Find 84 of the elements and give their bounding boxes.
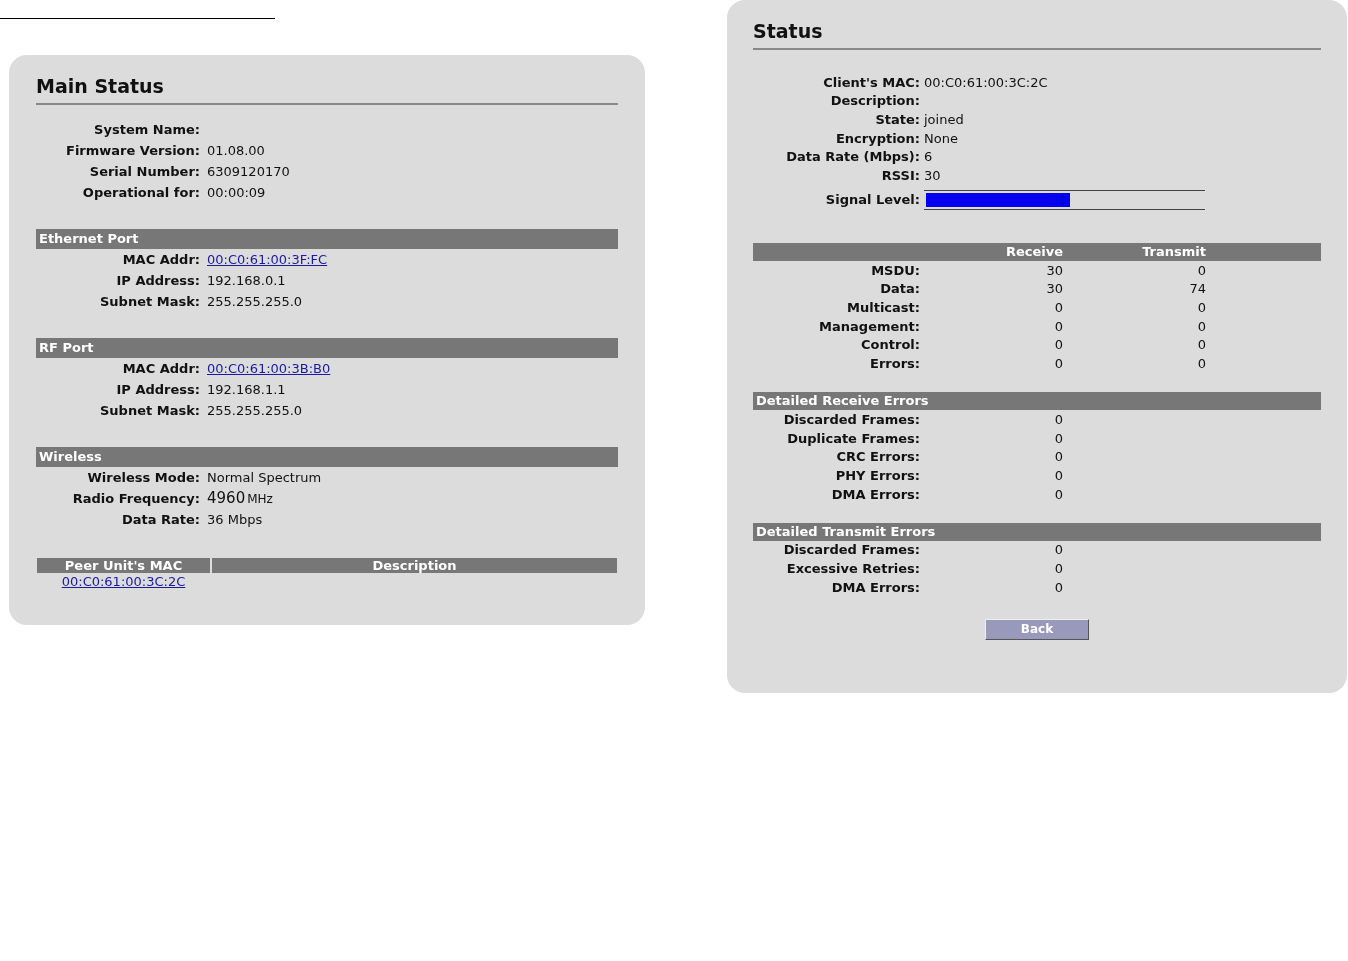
section-header: Ethernet Port <box>36 229 618 249</box>
mac-link[interactable]: 00:C0:61:00:3B:B0 <box>207 358 331 379</box>
table-cell-text: 0 <box>1053 410 1064 429</box>
field-label: IP Address: <box>115 380 201 399</box>
table-cell-text: 0 <box>1053 466 1064 485</box>
panel-title: Status <box>753 19 824 44</box>
field-value: 6 <box>924 148 933 167</box>
field-label: System Name: <box>93 120 201 139</box>
mac-link[interactable]: 00:C0:61:00:3C:2C <box>61 572 186 592</box>
field-label: MSDU: <box>870 261 921 280</box>
unit-label: MHz <box>247 491 273 509</box>
field-label: Discarded Frames: <box>782 410 921 429</box>
field-label: RSSI: <box>880 167 921 186</box>
field-label: State: <box>874 110 921 129</box>
field-value: 255.255.255.0 <box>207 292 303 311</box>
field-label: Firmware Version: <box>65 141 201 160</box>
field-label: Multicast: <box>846 299 921 318</box>
table-cell-text: 0 <box>1053 299 1064 318</box>
field-value: 255.255.255.0 <box>207 401 303 420</box>
field-label: DMA Errors: <box>830 578 921 597</box>
column-header: Transmit <box>1141 243 1207 262</box>
column-header: Receive <box>1004 243 1064 262</box>
field-label: Subnet Mask: <box>98 292 201 311</box>
table-cell-text: 0 <box>1053 485 1064 504</box>
field-value: joined <box>924 110 964 129</box>
field-label: DMA Errors: <box>830 485 921 504</box>
table-cell-text: 0 <box>1196 261 1207 280</box>
field-label: Errors: <box>869 355 921 374</box>
field-label: Subnet Mask: <box>98 401 201 420</box>
field-label: Management: <box>818 317 921 336</box>
field-value: 192.168.0.1 <box>207 271 286 290</box>
table-cell-text: 0 <box>1196 317 1207 336</box>
table-cell-text: 0 <box>1053 355 1064 374</box>
table-cell-text: 30 <box>1045 261 1064 280</box>
field-label: IP Address: <box>115 271 201 290</box>
field-value: 00:C0:61:00:3C:2C <box>924 73 1048 92</box>
table-cell-text: 0 <box>1196 336 1207 355</box>
table-cell-text: 0 <box>1053 429 1064 448</box>
field-label: MAC Addr: <box>121 359 201 378</box>
table-cell-text: 30 <box>1045 280 1064 299</box>
field-label: Data Rate (Mbps): <box>785 148 921 167</box>
field-label: CRC Errors: <box>835 448 921 467</box>
table-cell-text: 0 <box>1053 541 1064 560</box>
field-value: Normal Spectrum <box>207 468 322 487</box>
field-label: MAC Addr: <box>121 250 201 269</box>
table-cell-text: 0 <box>1196 355 1207 374</box>
table-cell-text: 0 <box>1053 448 1064 467</box>
field-value: 01.08.00 <box>207 141 265 160</box>
table-cell-text: 74 <box>1188 280 1207 299</box>
field-value: 30 <box>924 167 941 186</box>
field-label: Excessive Retries: <box>785 559 921 578</box>
field-label: Control: <box>860 336 921 355</box>
field-value: 00:00:09 <box>207 183 266 202</box>
table-cell-text: 0 <box>1053 336 1064 355</box>
field-value: 6309120170 <box>207 162 290 181</box>
section-header: Wireless <box>36 447 618 467</box>
field-label: Encryption: <box>834 129 921 148</box>
field-label: Client's MAC: <box>822 73 921 92</box>
column-header: Peer Unit's MAC <box>37 558 210 573</box>
field-value: 36 Mbps <box>207 510 263 529</box>
field-value: 192.168.1.1 <box>207 380 286 399</box>
field-label: Data: <box>879 280 921 299</box>
section-header: RF Port <box>36 338 618 358</box>
field-label: Radio Frequency: <box>71 489 201 508</box>
column-header: Description <box>212 558 617 573</box>
field-label: Duplicate Frames: <box>786 429 921 448</box>
field-label: Discarded Frames: <box>782 541 921 560</box>
field-label: Operational for: <box>81 183 201 202</box>
section-header: Detailed Transmit Errors <box>753 522 1321 541</box>
table-cell-text: 0 <box>1053 559 1064 578</box>
field-label: Wireless Mode: <box>86 468 201 487</box>
field-value: 4960 <box>207 488 246 510</box>
field-value: None <box>924 129 958 148</box>
panel-title: Main Status <box>36 74 165 99</box>
section-header: Detailed Receive Errors <box>753 392 1321 411</box>
field-label: Signal Level: <box>824 191 921 210</box>
field-label: PHY Errors: <box>834 466 921 485</box>
table-cell-text: 0 <box>1053 578 1064 597</box>
table-cell-text: 0 <box>1053 317 1064 336</box>
mac-link[interactable]: 00:C0:61:00:3F:FC <box>207 249 328 270</box>
field-label: Description: <box>829 92 921 111</box>
table-cell-text: 0 <box>1196 299 1207 318</box>
field-label: Serial Number: <box>88 162 201 181</box>
field-label: Data Rate: <box>120 510 201 529</box>
